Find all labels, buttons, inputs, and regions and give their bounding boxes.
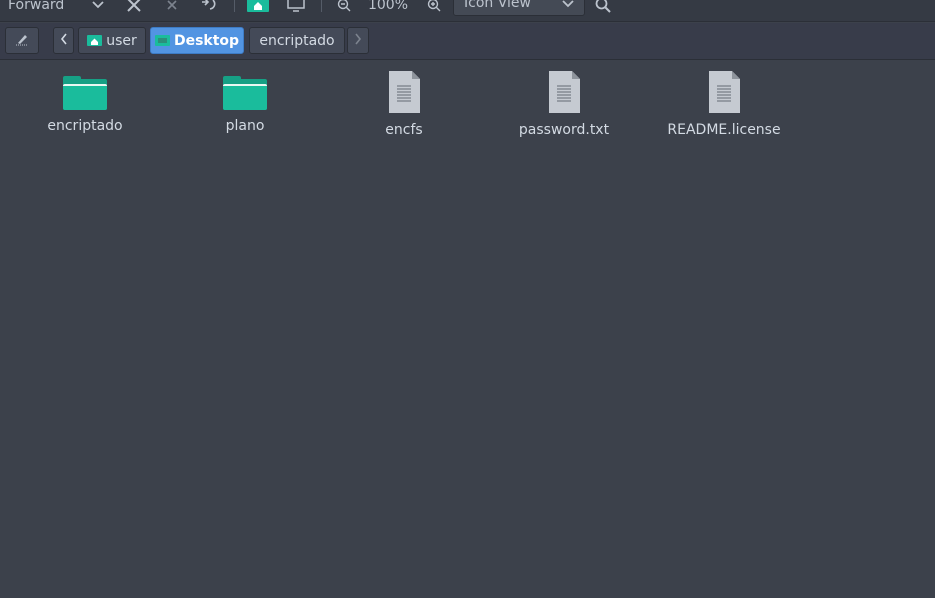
text-file-icon	[707, 70, 741, 114]
file-item-file[interactable]: password.txt	[494, 69, 634, 139]
file-item-name: encriptado	[47, 118, 123, 134]
view-mode-label: Icon View	[464, 0, 531, 11]
pencil-icon	[15, 32, 29, 50]
path-segment-label: user	[106, 32, 137, 49]
close-icon[interactable]	[162, 0, 182, 16]
zoom-level-label: 100%	[367, 0, 409, 13]
path-segment-label: encriptado	[259, 32, 335, 49]
zoom-out-icon[interactable]	[334, 0, 354, 16]
file-item-file[interactable]: encfs	[334, 69, 474, 139]
file-item-name: password.txt	[518, 122, 610, 138]
path-segment-encriptado[interactable]: encriptado	[249, 27, 345, 54]
chevron-down-icon	[562, 0, 574, 12]
toolbar-separator	[234, 0, 235, 12]
reload-icon[interactable]	[196, 0, 220, 16]
file-item-folder[interactable]: encriptado	[15, 69, 155, 139]
chevron-left-icon	[60, 33, 68, 49]
location-bar: user Desktop encriptado	[0, 23, 935, 60]
path-scroll-left-button[interactable]	[53, 27, 74, 54]
toolbar-separator	[321, 0, 322, 12]
file-item-file[interactable]: README.license	[654, 69, 794, 139]
text-file-icon	[547, 70, 581, 114]
path-scroll-right-button[interactable]	[347, 27, 369, 54]
file-item-name: README.license	[667, 122, 781, 138]
view-mode-select[interactable]: Icon View	[453, 0, 585, 16]
stop-icon[interactable]	[122, 0, 146, 16]
path-segment-user[interactable]: user	[78, 27, 146, 54]
home-folder-icon	[87, 35, 103, 46]
folder-icon	[63, 76, 107, 110]
main-toolbar: Forward 100% Icon View	[0, 0, 935, 22]
text-file-icon	[387, 70, 421, 114]
home-icon[interactable]	[246, 0, 270, 16]
folder-icon	[223, 76, 267, 110]
file-icon-view[interactable]: encriptado plano encfs password.txt READ…	[0, 61, 935, 598]
edit-location-button[interactable]	[5, 27, 39, 54]
forward-button[interactable]: Forward	[8, 0, 68, 16]
zoom-in-icon[interactable]	[424, 0, 444, 16]
zoom-level[interactable]: 100%	[364, 0, 412, 16]
search-icon[interactable]	[592, 0, 614, 16]
forward-label: Forward	[8, 0, 65, 13]
history-dropdown-chevron-icon[interactable]	[88, 0, 108, 16]
desktop-folder-icon	[154, 35, 170, 46]
chevron-right-icon	[354, 33, 362, 49]
file-item-name: plano	[225, 118, 265, 134]
path-segment-desktop[interactable]: Desktop	[150, 27, 244, 54]
path-segment-label: Desktop	[173, 32, 240, 49]
computer-icon[interactable]	[284, 0, 308, 16]
file-item-folder[interactable]: plano	[175, 69, 315, 139]
file-item-name: encfs	[385, 122, 423, 138]
